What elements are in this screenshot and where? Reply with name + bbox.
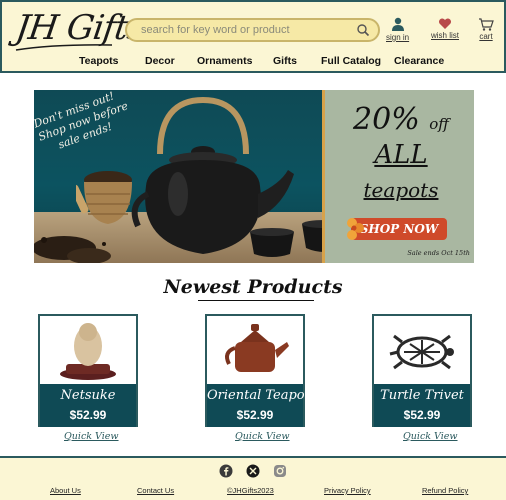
promo-banner[interactable]: Don't miss out! Shop now before sale end… bbox=[34, 90, 474, 263]
promo-panel: 20% off ALL teapots SHOP NOW Sale ends O… bbox=[322, 90, 474, 263]
user-icon bbox=[391, 17, 404, 31]
wish-list-label: wish list bbox=[431, 31, 460, 40]
cart-link[interactable]: cart bbox=[478, 17, 494, 41]
footer-link-about-us[interactable]: About Us bbox=[50, 486, 81, 495]
quick-view-link-turtle-trivet[interactable]: Quick View bbox=[403, 431, 458, 442]
sale-ends-note: Sale ends Oct 15th bbox=[407, 249, 470, 257]
footer-link-copyright[interactable]: ©JHGifts2023 bbox=[227, 486, 274, 495]
product-price: $52.99 bbox=[403, 408, 441, 422]
product-caption: Turtle Trivet $52.99 bbox=[374, 384, 470, 427]
product-name: Netsuke bbox=[60, 388, 116, 403]
promo-percent-value: 20% bbox=[353, 102, 420, 137]
search-bar bbox=[125, 18, 380, 42]
footer-link-privacy-policy[interactable]: Privacy Policy bbox=[324, 486, 371, 495]
product-card-netsuke[interactable]: Netsuke $52.99 bbox=[38, 314, 138, 427]
turtle-trivet-image bbox=[389, 334, 454, 370]
product-name: Turtle Trivet bbox=[380, 388, 464, 403]
instagram-icon[interactable] bbox=[273, 464, 287, 478]
section-divider bbox=[198, 300, 314, 301]
product-caption: Oriental Teapot $52.99 bbox=[207, 384, 310, 427]
nav-item-gifts[interactable]: Gifts bbox=[273, 55, 297, 67]
quick-view-link-netsuke[interactable]: Quick View bbox=[64, 431, 119, 442]
product-caption: Netsuke $52.99 bbox=[40, 384, 136, 427]
nav-item-clearance[interactable]: Clearance bbox=[394, 55, 444, 67]
sign-in-label: sign in bbox=[386, 33, 410, 42]
nav-item-ornaments[interactable]: Ornaments bbox=[197, 55, 252, 67]
logo-swoosh bbox=[15, 44, 113, 51]
main-nav: Teapots Decor Ornaments Gifts Full Catal… bbox=[2, 55, 506, 69]
site-header: JH Gifts sign in wish list bbox=[0, 0, 506, 73]
product-card-oriental-teapot[interactable]: Oriental Teapot $52.99 bbox=[205, 314, 310, 427]
netsuke-image bbox=[60, 323, 116, 380]
heart-icon bbox=[438, 18, 452, 29]
product-name: Oriental Teapot bbox=[207, 388, 310, 403]
x-icon[interactable] bbox=[246, 464, 260, 478]
promo-teapots: teapots bbox=[363, 178, 439, 202]
cart-label: cart bbox=[479, 32, 493, 41]
promo-percent: 20% off bbox=[325, 102, 474, 137]
wish-list-link[interactable]: wish list bbox=[431, 17, 459, 40]
cart-icon bbox=[479, 18, 494, 31]
nav-item-decor[interactable]: Decor bbox=[145, 55, 175, 67]
oriental-teapot-image bbox=[225, 324, 289, 372]
nav-item-teapots[interactable]: Teapots bbox=[79, 55, 118, 67]
promo-off: off bbox=[429, 115, 449, 133]
promo-all: ALL bbox=[374, 140, 428, 170]
search-icon[interactable] bbox=[356, 23, 370, 37]
search-input[interactable] bbox=[141, 20, 356, 40]
site-footer: About Us Contact Us ©JHGifts2023 Privacy… bbox=[0, 456, 506, 500]
product-price: $52.99 bbox=[236, 408, 274, 422]
sign-in-link[interactable]: sign in bbox=[386, 17, 409, 42]
product-card-turtle-trivet[interactable]: Turtle Trivet $52.99 bbox=[372, 314, 472, 427]
nav-item-full-catalog[interactable]: Full Catalog bbox=[321, 55, 381, 67]
footer-link-refund-policy[interactable]: Refund Policy bbox=[422, 486, 468, 495]
footer-link-contact-us[interactable]: Contact Us bbox=[137, 486, 174, 495]
product-price: $52.99 bbox=[69, 408, 107, 422]
section-title: Newest Products bbox=[163, 276, 343, 298]
flower-icon bbox=[347, 218, 364, 240]
quick-view-link-oriental-teapot[interactable]: Quick View bbox=[235, 431, 290, 442]
facebook-icon[interactable] bbox=[219, 464, 233, 478]
page: JH Gifts sign in wish list bbox=[0, 0, 506, 500]
